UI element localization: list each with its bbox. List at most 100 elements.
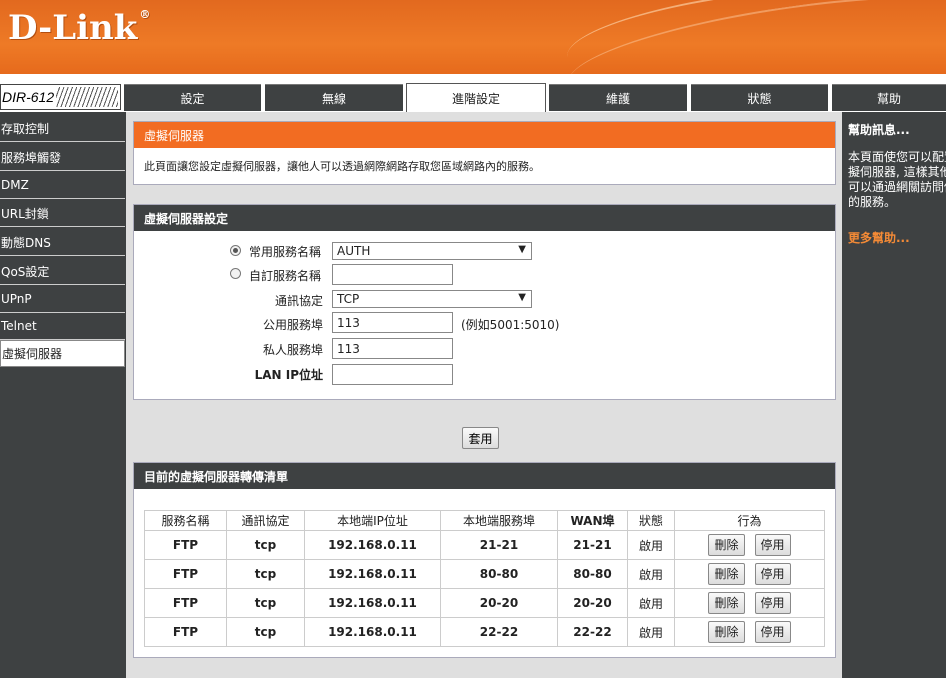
sidebar: 存取控制 服務埠觸發 DMZ URL封鎖 動態DNS QoS設定 UPnP Te… (0, 112, 126, 678)
delete-button[interactable]: 刪除 (708, 534, 745, 556)
tab-maintenance[interactable]: 維護 (549, 84, 687, 111)
router-admin-page: D-Link ® DIR-612 設定 無線 進階設定 維護 狀態 幫助 存取控制… (0, 0, 946, 678)
cell-service: FTP (144, 588, 227, 618)
col-wan-port: WAN埠 (557, 510, 628, 531)
intro-description: 此頁面讓您設定虛擬伺服器，讓他人可以透過網際網路存取您區域網路內的服務。 (144, 160, 540, 173)
cell-local-port: 22-22 (440, 617, 558, 647)
lan-ip-label: LAN IP位址 (254, 368, 323, 382)
tab-advanced[interactable]: 進階設定 (406, 83, 546, 112)
cell-service: FTP (144, 530, 227, 560)
tab-wireless[interactable]: 無線 (265, 84, 403, 111)
apply-button[interactable]: 套用 (462, 427, 499, 449)
help-line: 的服務。 (848, 195, 897, 209)
intro-panel: 虛擬伺服器 此頁面讓您設定虛擬伺服器，讓他人可以透過網際網路存取您區域網路內的服… (133, 121, 836, 185)
table-row: FTP tcp 192.168.0.11 21-21 21-21 啟用 刪除 停用 (144, 530, 825, 560)
cell-ip: 192.168.0.11 (304, 588, 441, 618)
help-line: 本頁面使您可以配置 (848, 150, 946, 164)
public-port-label: 公用服務埠 (262, 318, 323, 332)
disable-button[interactable]: 停用 (754, 592, 791, 614)
cell-wan-port: 80-80 (557, 559, 628, 589)
cell-ip: 192.168.0.11 (304, 530, 441, 560)
cell-ip: 192.168.0.11 (304, 617, 441, 647)
cell-local-port: 20-20 (440, 588, 558, 618)
cell-service: FTP (144, 617, 227, 647)
intro-title: 虛擬伺服器 (134, 122, 835, 148)
cell-protocol: tcp (226, 588, 305, 618)
table-row: FTP tcp 192.168.0.11 20-20 20-20 啟用 刪除 停用 (144, 588, 825, 618)
chevron-down-icon: ▼ (518, 292, 526, 303)
cell-protocol: tcp (226, 617, 305, 647)
cell-protocol: tcp (226, 559, 305, 589)
settings-form: 常用服務名稱 AUTH ▼ 自訂服務名稱 通訊協定 TCP ▼ 公用服務埠 11… (134, 231, 835, 399)
delete-button[interactable]: 刪除 (708, 592, 745, 614)
private-port-label: 私人服務埠 (262, 343, 323, 357)
custom-service-input[interactable] (332, 264, 453, 285)
cell-status: 啟用 (627, 617, 675, 647)
model-stripes (56, 87, 118, 107)
table-row: FTP tcp 192.168.0.11 22-22 22-22 啟用 刪除 停用 (144, 617, 825, 647)
col-action: 行為 (674, 510, 825, 531)
private-port-input[interactable]: 113 (332, 338, 453, 359)
col-local-port: 本地端服務埠 (440, 510, 558, 531)
cell-wan-port: 22-22 (557, 617, 628, 647)
custom-service-radio[interactable] (230, 268, 241, 279)
tab-status[interactable]: 狀態 (691, 84, 828, 111)
more-help-link[interactable]: 更多幫助... (848, 229, 910, 246)
sidebar-item-virtual-server[interactable]: 虛擬伺服器 (0, 340, 125, 367)
top-tabs: DIR-612 設定 無線 進階設定 維護 狀態 幫助 (0, 74, 946, 112)
table-row: FTP tcp 192.168.0.11 80-80 80-80 啟用 刪除 停用 (144, 559, 825, 589)
tab-help[interactable]: 幫助 (832, 84, 946, 111)
protocol-value: TCP (337, 292, 360, 306)
list-title: 目前的虛擬伺服器轉傳清單 (134, 463, 835, 489)
help-line: 可以通過網關訪問你 (848, 180, 946, 194)
main-content: 虛擬伺服器 此頁面讓您設定虛擬伺服器，讓他人可以透過網際網路存取您區域網路內的服… (126, 112, 842, 678)
sidebar-item-dmz[interactable]: DMZ (0, 172, 125, 199)
tab-setup[interactable]: 設定 (124, 84, 261, 111)
sidebar-item-url-block[interactable]: URL封鎖 (0, 200, 125, 227)
settings-title: 虛擬伺服器設定 (134, 205, 835, 231)
cell-wan-port: 20-20 (557, 588, 628, 618)
common-service-select[interactable]: AUTH ▼ (332, 242, 532, 260)
cell-status: 啟用 (627, 559, 675, 589)
sidebar-item-upnp[interactable]: UPnP (0, 286, 125, 313)
forwarding-list-panel: 目前的虛擬伺服器轉傳清單 服務名稱 通訊協定 本地端IP位址 本地端服務埠 WA… (133, 462, 836, 658)
cell-actions: 刪除 停用 (674, 617, 825, 647)
disable-button[interactable]: 停用 (754, 563, 791, 585)
sidebar-item-port-trigger[interactable]: 服務埠觸發 (0, 144, 125, 171)
registered-mark: ® (139, 8, 151, 21)
table-header-row: 服務名稱 通訊協定 本地端IP位址 本地端服務埠 WAN埠 狀態 行為 (144, 510, 825, 531)
public-port-hint: (例如5001:5010) (461, 318, 560, 332)
sidebar-item-telnet[interactable]: Telnet (0, 313, 125, 340)
sidebar-item-ddns[interactable]: 動態DNS (0, 229, 125, 256)
cell-local-port: 21-21 (440, 530, 558, 560)
public-port-input[interactable]: 113 (332, 312, 453, 333)
help-title: 幫助訊息... (848, 123, 910, 137)
forwarding-table: 服務名稱 通訊協定 本地端IP位址 本地端服務埠 WAN埠 狀態 行為 FTP … (144, 510, 825, 647)
logo-text: D-Link (8, 8, 138, 48)
help-sidebar: 幫助訊息... 本頁面使您可以配置 擬伺服器, 這樣其他 可以通過網關訪問你 的… (842, 112, 946, 678)
disable-button[interactable]: 停用 (754, 534, 791, 556)
cell-protocol: tcp (226, 530, 305, 560)
cell-local-port: 80-80 (440, 559, 558, 589)
protocol-select[interactable]: TCP ▼ (332, 290, 532, 308)
model-badge: DIR-612 (0, 84, 121, 110)
help-line: 擬伺服器, 這樣其他 (848, 165, 946, 179)
custom-service-label: 自訂服務名稱 (249, 269, 322, 283)
delete-button[interactable]: 刪除 (708, 621, 745, 643)
protocol-label: 通訊協定 (274, 294, 323, 308)
sidebar-item-access-control[interactable]: 存取控制 (0, 115, 125, 142)
delete-button[interactable]: 刪除 (708, 563, 745, 585)
settings-panel: 虛擬伺服器設定 常用服務名稱 AUTH ▼ 自訂服務名稱 通訊協定 TCP ▼ … (133, 204, 836, 400)
sidebar-item-qos[interactable]: QoS設定 (0, 258, 125, 285)
cell-status: 啟用 (627, 530, 675, 560)
chevron-down-icon: ▼ (518, 244, 526, 255)
cell-service: FTP (144, 559, 227, 589)
disable-button[interactable]: 停用 (754, 621, 791, 643)
common-service-radio[interactable] (230, 245, 241, 256)
cell-actions: 刪除 停用 (674, 588, 825, 618)
model-name: DIR-612 (2, 89, 55, 105)
lan-ip-input[interactable] (332, 364, 453, 385)
cell-wan-port: 21-21 (557, 530, 628, 560)
col-protocol: 通訊協定 (226, 510, 305, 531)
common-service-value: AUTH (337, 244, 371, 258)
